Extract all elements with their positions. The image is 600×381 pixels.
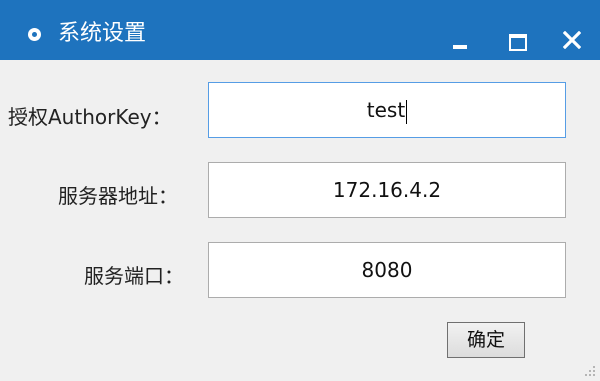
text-caret (406, 99, 408, 124)
author-key-input[interactable]: test (208, 82, 566, 138)
maximize-icon (509, 34, 527, 51)
server-address-value: 172.16.4.2 (332, 178, 442, 202)
resize-grip-icon[interactable] (584, 365, 596, 377)
author-key-value: test (366, 98, 406, 122)
close-icon (563, 31, 581, 49)
server-port-input[interactable]: 8080 (208, 242, 566, 298)
minimize-button[interactable] (440, 14, 480, 54)
close-button[interactable] (553, 14, 593, 54)
server-port-value: 8080 (361, 258, 413, 282)
server-port-label: 服务端口： (84, 264, 184, 288)
server-address-input[interactable]: 172.16.4.2 (208, 162, 566, 218)
app-icon (28, 28, 41, 41)
author-key-label: 授权AuthorKey： (8, 105, 172, 129)
window-title: 系统设置 (58, 21, 147, 46)
title-bar[interactable]: 系统设置 (0, 0, 600, 60)
minimize-icon (453, 45, 467, 49)
server-address-label: 服务器地址： (58, 184, 178, 208)
ok-button[interactable]: 确定 (447, 322, 525, 358)
maximize-button[interactable] (498, 14, 538, 54)
settings-window: 系统设置 授权AuthorKey： test 服务器地址： 172.16.4.2… (0, 0, 600, 381)
